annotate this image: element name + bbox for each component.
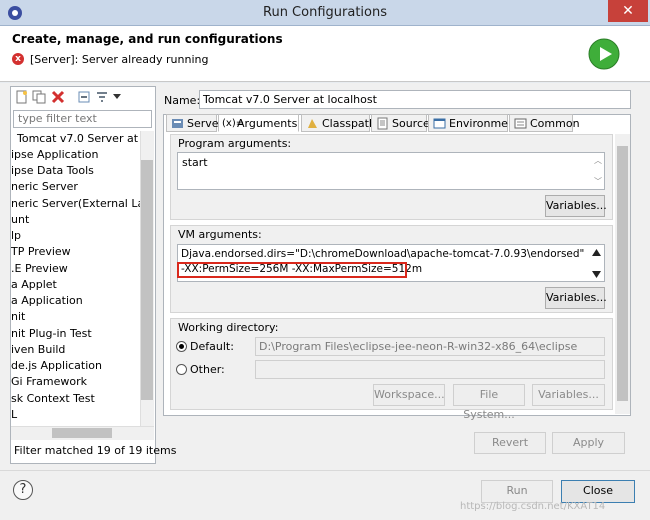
other-directory-field[interactable] (255, 360, 605, 379)
tree-item[interactable]: lp (11, 228, 21, 244)
working-dir-variables-button[interactable]: Variables... (532, 384, 605, 406)
watermark: https://blog.csdn.net/KXAT14 (460, 501, 606, 512)
name-label: Name: (164, 94, 201, 107)
filter-input[interactable]: type filter text (13, 110, 152, 128)
working-directory-label: Working directory: (178, 321, 279, 334)
tree-item[interactable]: unt (11, 212, 29, 228)
name-field[interactable]: Tomcat v7.0 Server at localhost (199, 90, 631, 109)
program-arguments-label: Program arguments: (178, 137, 292, 150)
footer-divider (0, 470, 650, 471)
scroll-up-icon[interactable]: ︿ (594, 155, 602, 166)
program-arguments-input[interactable]: start (177, 152, 605, 190)
tree-item[interactable]: ipse Data Tools (11, 163, 94, 179)
collapse-all-icon[interactable] (77, 90, 91, 104)
tree-item[interactable]: .E Preview (11, 261, 68, 277)
window-title: Run Configurations (263, 5, 387, 20)
workspace-button[interactable]: Workspace... (373, 384, 445, 406)
tab-label: Source (392, 117, 430, 130)
error-icon: x (12, 53, 24, 65)
tree-item[interactable]: nit Plug-in Test (11, 326, 92, 342)
server-icon (172, 119, 183, 128)
tab-label: Common (530, 117, 580, 130)
duplicate-icon[interactable] (32, 90, 46, 104)
tab-arguments[interactable]: (x)= Arguments (218, 114, 299, 132)
tree-scroll-thumb[interactable] (141, 160, 153, 400)
vm-arguments-line-1: Djava.endorsed.dirs="D:\chromeDownload\a… (181, 248, 585, 260)
tree-item-tomcat[interactable]: Tomcat v7.0 Server at loca (17, 131, 141, 147)
content-scroll-thumb[interactable] (617, 146, 628, 401)
revert-button[interactable]: Revert (474, 432, 546, 454)
tab-classpath[interactable]: Classpath (301, 114, 376, 132)
chevron-down-icon[interactable] (113, 94, 121, 100)
run-button[interactable]: Run (481, 480, 553, 503)
file-system-button[interactable]: File System... (453, 384, 525, 421)
new-config-icon[interactable] (15, 90, 29, 104)
tree-item[interactable]: L (11, 407, 17, 423)
help-icon[interactable]: ? (13, 480, 33, 500)
classpath-icon (308, 119, 317, 128)
other-label: Other: (190, 363, 225, 376)
tab-label: Arguments (237, 117, 298, 130)
scroll-down-icon[interactable]: ﹀ (594, 176, 602, 187)
highlight-box (177, 262, 407, 278)
default-label: Default: (190, 340, 234, 353)
tab-server[interactable]: Server (166, 114, 223, 132)
tree-item[interactable]: iven Build (11, 342, 65, 358)
close-button[interactable]: Close (561, 480, 635, 503)
filter-icon[interactable] (95, 90, 109, 104)
dialog-title: Create, manage, and run configurations (12, 32, 283, 46)
tree-item[interactable]: TP Preview (11, 244, 71, 260)
tab-common[interactable]: Common (509, 114, 580, 132)
default-directory-field: D:\Program Files\eclipse-jee-neon-R-win3… (255, 337, 605, 356)
tree-item[interactable]: neric Server(External Launc (11, 196, 141, 212)
scroll-down-icon[interactable] (592, 271, 601, 278)
tab-environment[interactable]: Environment (428, 114, 519, 132)
vm-arguments-label: VM arguments: (178, 228, 262, 241)
tree-hscroll-thumb[interactable] (52, 428, 112, 438)
tree-item[interactable]: neric Server (11, 179, 78, 195)
close-window-button[interactable]: ✕ (608, 0, 648, 22)
scroll-up-icon[interactable] (592, 249, 601, 256)
tree-item[interactable]: a Application (11, 293, 83, 309)
default-radio[interactable] (176, 341, 187, 352)
tab-source[interactable]: Source (371, 114, 430, 132)
common-icon (514, 118, 527, 129)
program-variables-button[interactable]: Variables... (545, 195, 607, 217)
arguments-icon: (x)= (222, 118, 245, 129)
vm-variables-button[interactable]: Variables... (545, 287, 607, 309)
apply-button[interactable]: Apply (552, 432, 625, 454)
tree-item[interactable]: nit (11, 309, 25, 325)
environment-icon (433, 118, 446, 129)
tree-item[interactable]: a Applet (11, 277, 57, 293)
status-message: [Server]: Server already running (30, 53, 209, 66)
tree-item[interactable]: ipse Application (11, 147, 99, 163)
tree-item[interactable]: de.js Application (11, 358, 102, 374)
tab-label: Classpath (322, 117, 376, 130)
filter-status: Filter matched 19 of 19 items (14, 444, 177, 457)
other-radio[interactable] (176, 364, 187, 375)
delete-icon[interactable] (51, 90, 65, 104)
tree-item[interactable]: sk Context Test (11, 391, 95, 407)
source-icon (377, 117, 388, 130)
tree-item[interactable]: Gi Framework (11, 374, 87, 390)
run-banner-icon (588, 38, 620, 70)
config-tree: Tomcat v7.0 Server at loca ipse Applicat… (11, 131, 141, 426)
